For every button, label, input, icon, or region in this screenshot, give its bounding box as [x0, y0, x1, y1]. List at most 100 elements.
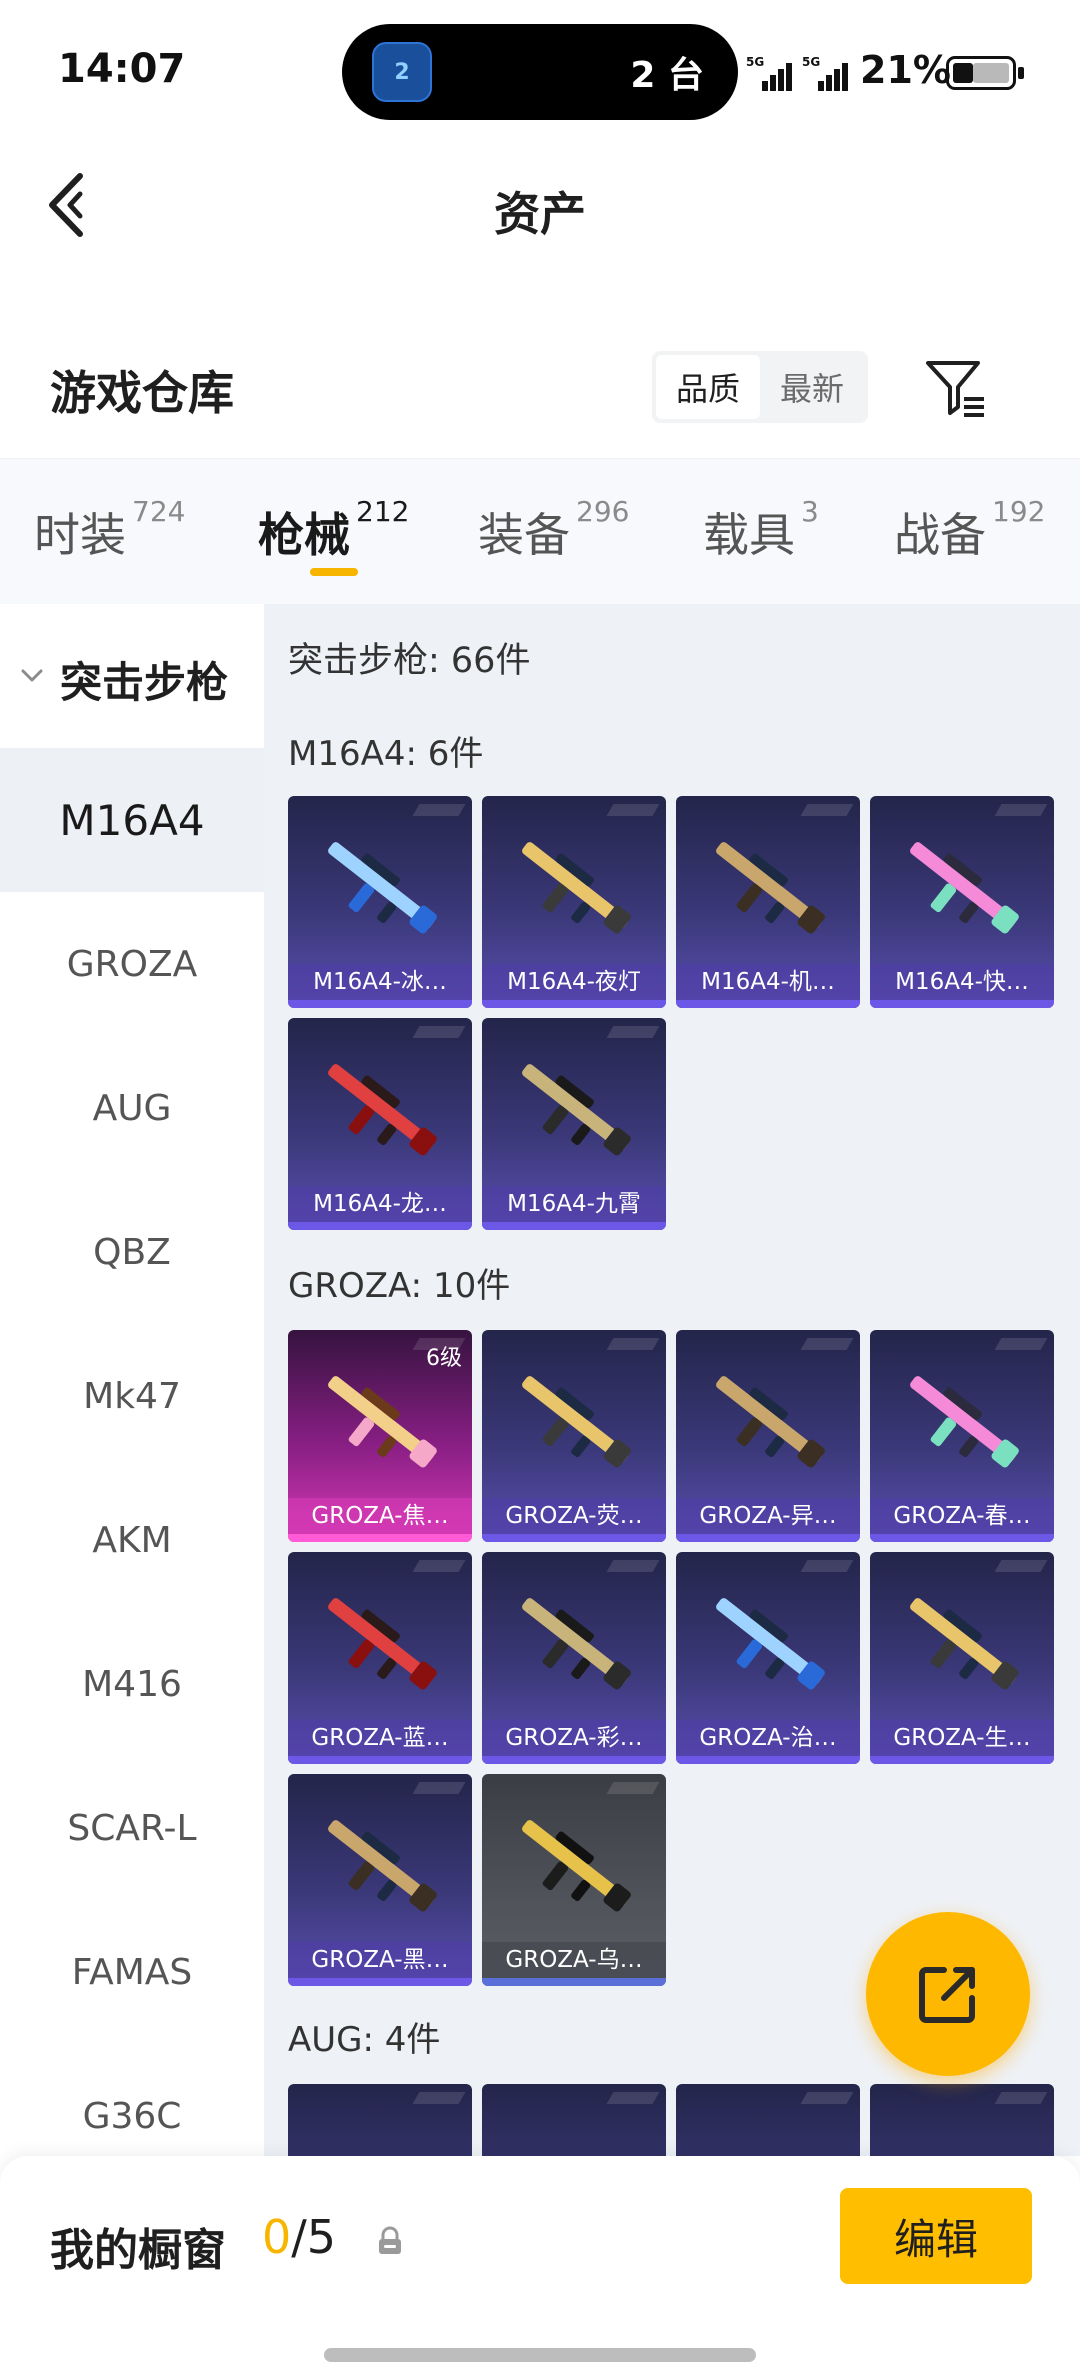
card-corner-shine — [412, 1560, 466, 1572]
rarity-bar — [288, 1756, 472, 1764]
tab-label: 战备 — [894, 508, 986, 562]
tab-count: 212 — [356, 495, 410, 528]
chevron-down-icon — [21, 669, 43, 682]
weapon-card-label: M16A4-夜灯 — [482, 964, 666, 1000]
rarity-bar — [676, 1756, 860, 1764]
card-corner-shine — [412, 1782, 466, 1794]
weapon-skin-image — [328, 1064, 437, 1156]
card-corner-shine — [606, 1338, 660, 1350]
card-corner-shine — [994, 1560, 1048, 1572]
showcase-count-used: 0 — [262, 2210, 292, 2264]
category-summary: 突击步枪: 66件 — [288, 641, 531, 681]
card-corner-shine — [606, 1782, 660, 1794]
weapon-card[interactable]: M16A4-龙… — [288, 1018, 472, 1230]
weapon-card[interactable]: M16A4-机… — [676, 796, 860, 1008]
warehouse-title: 游戏仓库 — [50, 366, 234, 420]
home-indicator[interactable] — [324, 2348, 756, 2362]
weapon-card-label: GROZA-春… — [870, 1498, 1054, 1534]
card-corner-shine — [412, 804, 466, 816]
weapon-skin-image — [328, 1820, 437, 1912]
filter-icon — [926, 361, 984, 417]
category-tabs: 时装 724 枪械 212 装备 296 载具 3 战备 192 — [0, 458, 1080, 604]
weapon-sidebar: 突击步枪 M16A4 GROZA AUG QBZ Mk47 AKM M416 S… — [0, 604, 264, 2156]
weapon-card[interactable]: 6级 GROZA-焦… — [288, 1330, 472, 1542]
sort-option-quality[interactable]: 品质 — [656, 355, 760, 419]
tab-count: 296 — [576, 495, 630, 528]
battery-icon — [946, 56, 1024, 90]
weapon-skin-image — [522, 1064, 631, 1156]
weapon-skin-image — [716, 842, 825, 934]
sidebar-item-mk47[interactable]: Mk47 — [0, 1324, 264, 1468]
sidebar-category-assault-rifles[interactable]: 突击步枪 — [0, 646, 264, 712]
rarity-bar — [482, 1756, 666, 1764]
weapon-card[interactable]: GROZA-黑… — [288, 1774, 472, 1986]
weapon-card[interactable]: M16A4-九霄 — [482, 1018, 666, 1230]
weapon-card[interactable]: GROZA-乌… — [482, 1774, 666, 1986]
weapon-skin-image — [716, 1598, 825, 1690]
weapon-card[interactable]: GROZA-彩… — [482, 1552, 666, 1764]
sidebar-item-m16a4[interactable]: M16A4 — [0, 748, 264, 892]
tab-label: 装备 — [478, 508, 570, 562]
weapon-skin-image — [910, 842, 1019, 934]
weapon-card[interactable]: M16A4-冰… — [288, 796, 472, 1008]
tab-vehicles[interactable]: 载具 3 — [703, 495, 819, 565]
sort-toggle: 品质 最新 — [652, 351, 868, 423]
weapon-card-label: GROZA-黑… — [288, 1942, 472, 1978]
sidebar-item-aug[interactable]: AUG — [0, 1036, 264, 1180]
weapon-card[interactable] — [288, 2084, 472, 2156]
status-time: 14:07 — [58, 46, 186, 92]
sidebar-item-scar-l[interactable]: SCAR-L — [0, 1756, 264, 1900]
dynamic-island[interactable]: 2 2 台 — [342, 24, 738, 120]
rarity-bar — [482, 1534, 666, 1542]
tab-label: 时装 — [34, 508, 126, 562]
weapon-skin-image — [716, 1376, 825, 1468]
showcase-title: 我的橱窗 — [50, 2225, 226, 2276]
sidebar-item-qbz[interactable]: QBZ — [0, 1180, 264, 1324]
weapon-card[interactable] — [870, 2084, 1054, 2156]
status-bar: 14:07 2 2 台 5G 5G 21% — [0, 0, 1080, 135]
tab-firearms[interactable]: 枪械 212 — [258, 495, 409, 565]
sidebar-item-groza[interactable]: GROZA — [0, 892, 264, 1036]
weapon-card[interactable]: GROZA-异… — [676, 1330, 860, 1542]
weapon-card-label: M16A4-快… — [870, 964, 1054, 1000]
filter-button[interactable] — [922, 355, 988, 421]
rarity-bar — [288, 1534, 472, 1542]
tab-label: 枪械 — [258, 508, 350, 562]
card-corner-shine — [994, 804, 1048, 816]
weapon-skin-image — [328, 842, 437, 934]
sidebar-item-m416[interactable]: M416 — [0, 1612, 264, 1756]
card-corner-shine — [606, 1026, 660, 1038]
weapon-card[interactable]: M16A4-快… — [870, 796, 1054, 1008]
card-corner-shine — [800, 1560, 854, 1572]
weapon-card[interactable]: GROZA-荧… — [482, 1330, 666, 1542]
weapon-card[interactable]: M16A4-夜灯 — [482, 796, 666, 1008]
tab-equipment[interactable]: 装备 296 — [478, 495, 629, 565]
sort-option-newest[interactable]: 最新 — [760, 355, 864, 419]
rarity-bar — [288, 1978, 472, 1986]
battery-percent: 21% — [860, 48, 951, 92]
weapon-card[interactable]: GROZA-治… — [676, 1552, 860, 1764]
showcase-count: 0/5 — [262, 2210, 336, 2264]
tab-supplies[interactable]: 战备 192 — [894, 495, 1045, 565]
weapon-card-label: M16A4-冰… — [288, 964, 472, 1000]
weapon-card[interactable] — [482, 2084, 666, 2156]
lock-icon — [379, 2226, 401, 2254]
weapon-skin-image — [522, 1598, 631, 1690]
showcase-bar: 我的橱窗 0/5 编辑 — [0, 2156, 1080, 2376]
weapon-card[interactable]: GROZA-蓝… — [288, 1552, 472, 1764]
weapon-card[interactable]: GROZA-生… — [870, 1552, 1054, 1764]
sidebar-item-akm[interactable]: AKM — [0, 1468, 264, 1612]
sim1-network-label: 5G — [746, 55, 765, 69]
tab-count: 724 — [132, 495, 186, 528]
weapon-card[interactable] — [676, 2084, 860, 2156]
share-button[interactable] — [866, 1912, 1030, 2076]
sidebar-item-famas[interactable]: FAMAS — [0, 1900, 264, 2044]
tab-fashion[interactable]: 时装 724 — [34, 495, 185, 565]
island-app-badge: 2 — [394, 59, 410, 85]
edit-button[interactable]: 编辑 — [840, 2188, 1032, 2284]
card-corner-shine — [412, 1026, 466, 1038]
island-app-icon[interactable]: 2 — [372, 42, 432, 102]
weapon-skin-image — [522, 1820, 631, 1912]
rarity-bar — [676, 1534, 860, 1542]
weapon-card[interactable]: GROZA-春… — [870, 1330, 1054, 1542]
